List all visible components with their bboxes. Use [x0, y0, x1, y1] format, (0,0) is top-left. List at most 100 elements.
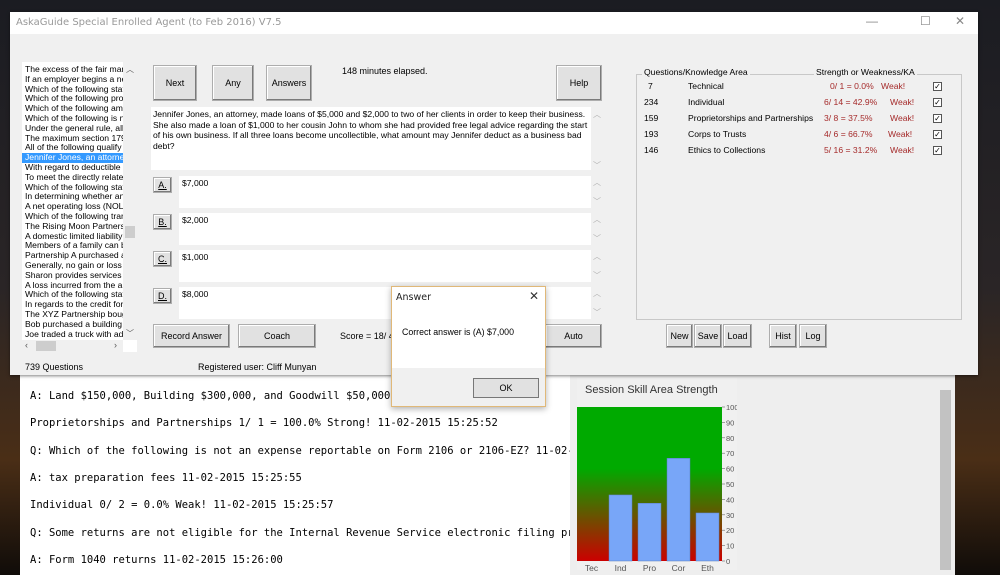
scroll-thumb[interactable] — [125, 226, 135, 238]
question-list-item[interactable]: Which of the following state — [22, 183, 123, 193]
elapsed-time: 148 minutes elapsed. — [342, 66, 428, 76]
choice-a-text[interactable]: $7,000 — [179, 176, 591, 208]
question-list-item[interactable]: Sharon provides services to — [22, 271, 123, 281]
question-list-item[interactable]: Which of the following prope — [22, 94, 123, 104]
scroll-up-icon[interactable]: ︿ — [593, 214, 601, 225]
question-list-item[interactable]: In determining whether an a — [22, 192, 123, 202]
question-list-item[interactable]: If an employer begins a new — [22, 75, 123, 85]
scroll-down-icon[interactable]: ﹀ — [593, 160, 601, 171]
question-list-item[interactable]: Which of the following state — [22, 85, 123, 95]
choice-b-text[interactable]: $2,000 — [179, 213, 591, 245]
question-list-item[interactable]: Under the general rule, all o — [22, 124, 123, 134]
load-button[interactable]: Load — [723, 324, 752, 348]
question-list-item[interactable]: Which of the following amou — [22, 104, 123, 114]
dialog-message: Correct answer is (A) $7,000 — [402, 327, 514, 337]
title-bar: AskaGuide Special Enrolled Agent (to Feb… — [10, 12, 978, 34]
choice-c-button[interactable]: C. — [153, 251, 172, 267]
new-button[interactable]: New — [666, 324, 693, 348]
question-list-item[interactable]: Joe traded a truck with adju — [22, 330, 123, 340]
question-list-item[interactable]: A net operating loss (NOL) r — [22, 202, 123, 212]
choice-b-button[interactable]: B. — [153, 214, 172, 230]
question-list-item[interactable]: A domestic limited liability co — [22, 232, 123, 242]
record-answer-button[interactable]: Record Answer — [153, 324, 230, 348]
scroll-up-icon[interactable]: ︿ — [593, 251, 601, 262]
help-button[interactable]: Help — [556, 65, 602, 101]
list-horizontal-scrollbar[interactable]: ‹ › — [22, 340, 123, 352]
ok-button[interactable]: OK — [473, 378, 539, 398]
x-tick-label: Pro — [643, 563, 657, 573]
ka-checkbox[interactable]: ✓ — [933, 82, 942, 91]
ka-checkbox[interactable]: ✓ — [933, 114, 942, 123]
scroll-down-icon[interactable]: ﹀ — [593, 233, 601, 244]
dialog-close-button[interactable]: ✕ — [529, 289, 539, 303]
score-text: Score = 18/ 4 — [340, 331, 394, 341]
h-scroll-thumb[interactable] — [36, 341, 56, 351]
auto-button[interactable]: Auto — [545, 324, 602, 348]
save-button[interactable]: Save — [694, 324, 722, 348]
list-vertical-scrollbar[interactable]: ︿ ﹀ — [123, 62, 137, 340]
scroll-up-icon[interactable]: ︿ — [126, 64, 134, 75]
x-tick-label: Ind — [615, 563, 627, 573]
question-list-item[interactable]: To meet the directly related — [22, 173, 123, 183]
log-line: A: Form 1040 returns 11-02-2015 15:26:00 — [30, 554, 283, 566]
skill-chart: Tec Ind Pro Cor Eth 0 10 20 30 40 50 60 70 80 90 100 — [577, 403, 737, 573]
question-list-item[interactable]: The maximum section 179 e — [22, 134, 123, 144]
ka-name: Technical — [688, 81, 724, 91]
choice-d-button[interactable]: D. — [153, 288, 172, 304]
ka-checkbox[interactable]: ✓ — [933, 130, 942, 139]
question-list-item[interactable]: Bob purchased a building ar — [22, 320, 123, 330]
minimize-button[interactable]: — — [866, 14, 878, 28]
ka-name: Individual — [688, 97, 725, 107]
question-list-item[interactable]: The excess of the fair market — [22, 65, 123, 75]
question-list-item[interactable]: Which of the following is no — [22, 114, 123, 124]
scroll-up-icon[interactable]: ︿ — [593, 109, 601, 120]
y-tick-label: 30 — [726, 511, 734, 520]
choice-c-text[interactable]: $1,000 — [179, 250, 591, 282]
chart-scrollbar[interactable] — [940, 390, 951, 570]
log-button[interactable]: Log — [799, 324, 827, 348]
question-list-item[interactable]: Which of the following trans — [22, 212, 123, 222]
question-list-item[interactable]: Jennifer Jones, an attorney, — [22, 153, 123, 163]
question-list-item[interactable]: The Rising Moon Partnershi — [22, 222, 123, 232]
maximize-button[interactable]: ☐ — [920, 14, 931, 28]
question-list-item[interactable]: Generally, no gain or loss is — [22, 261, 123, 271]
question-list-item[interactable]: All of the following qualify fo — [22, 143, 123, 153]
scroll-down-icon[interactable]: ﹀ — [593, 270, 601, 281]
ka-row: 146 Ethics to Collections 5/ 16 = 31.2% … — [636, 145, 966, 159]
question-text[interactable]: Jennifer Jones, an attorney, made loans … — [151, 107, 591, 170]
coach-button[interactable]: Coach — [238, 324, 316, 348]
scroll-down-icon[interactable]: ﹀ — [126, 328, 134, 339]
question-list-item[interactable]: A loss incurred from the aba — [22, 281, 123, 291]
question-list[interactable]: The excess of the fair marketIf an emplo… — [22, 62, 137, 352]
close-button[interactable]: ✕ — [955, 14, 965, 28]
ka-score: 4/ 6 = 66.7% — [824, 129, 873, 139]
question-list-item[interactable]: Partnership A purchased a b — [22, 251, 123, 261]
x-tick-label: Eth — [701, 563, 714, 573]
ka-status: Weak! — [890, 97, 915, 107]
ka-checkbox[interactable]: ✓ — [933, 98, 942, 107]
scroll-right-icon[interactable]: › — [114, 340, 117, 350]
question-list-item[interactable]: In regards to the credit for E — [22, 300, 123, 310]
next-button[interactable]: Next — [153, 65, 197, 101]
ka-checkbox[interactable]: ✓ — [933, 146, 942, 155]
question-list-item[interactable]: The XYZ Partnership bough — [22, 310, 123, 320]
window-title: AskaGuide Special Enrolled Agent (to Feb… — [16, 17, 282, 28]
choice-a-button[interactable]: A. — [153, 177, 172, 193]
scroll-up-icon[interactable]: ︿ — [593, 177, 601, 188]
question-list-item[interactable]: Which of the following state — [22, 290, 123, 300]
ka-row: 193 Corps to Trusts 4/ 6 = 66.7% Weak! ✓ — [636, 129, 966, 143]
hist-button[interactable]: Hist — [769, 324, 797, 348]
scroll-down-icon[interactable]: ﹀ — [593, 307, 601, 318]
scroll-down-icon[interactable]: ﹀ — [593, 196, 601, 207]
y-tick-label: 0 — [726, 557, 730, 566]
y-tick-label: 20 — [726, 526, 734, 535]
scroll-left-icon[interactable]: ‹ — [25, 340, 28, 350]
answers-button[interactable]: Answers — [266, 65, 312, 101]
any-button[interactable]: Any — [212, 65, 254, 101]
question-list-item[interactable]: With regard to deductible tra — [22, 163, 123, 173]
scroll-up-icon[interactable]: ︿ — [593, 288, 601, 299]
registered-user: Registered user: Cliff Munyan — [198, 362, 317, 372]
ka-score: 0/ 1 = 0.0% — [830, 81, 874, 91]
question-list-item[interactable]: Members of a family can be — [22, 241, 123, 251]
y-tick-label: 70 — [726, 449, 734, 458]
